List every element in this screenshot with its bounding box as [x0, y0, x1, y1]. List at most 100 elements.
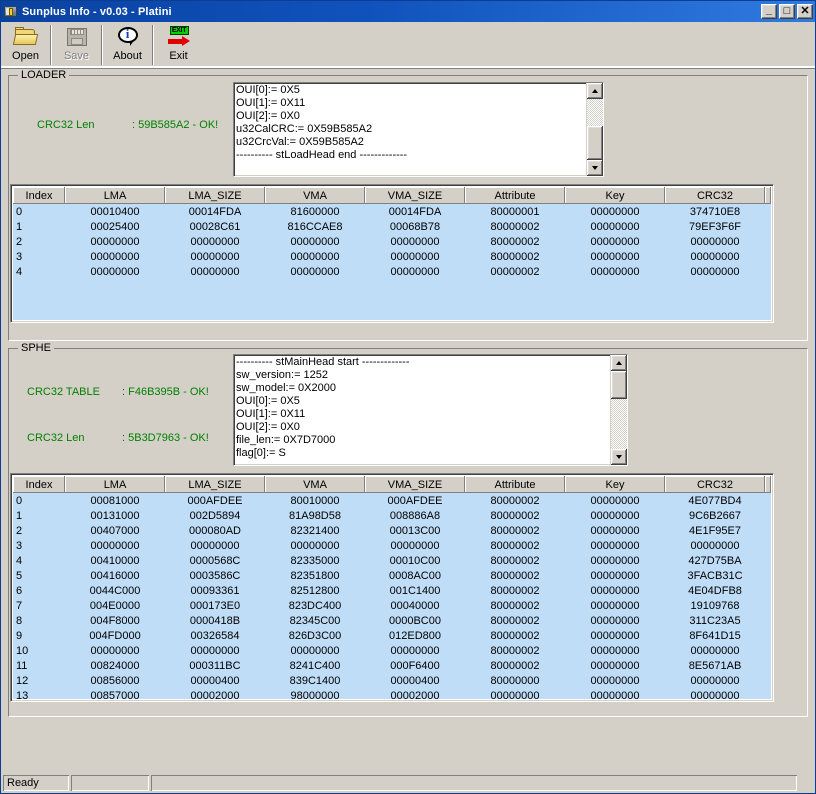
- table-row[interactable]: 13 00857000 00002000 98000000 00002000 000000…: [13, 688, 771, 699]
- sphe-col-vma-size[interactable]: VMA_SIZE: [365, 476, 465, 493]
- loader-table[interactable]: Index LMA LMA_SIZE VMA VMA_SIZE Attribut…: [10, 184, 774, 323]
- loader-col-key[interactable]: Key: [565, 187, 665, 204]
- toolbar-button-about[interactable]: i About: [105, 22, 150, 68]
- table-cell: 80010000: [265, 493, 365, 508]
- table-cell: 3: [13, 249, 65, 264]
- table-cell: 0003586C: [165, 568, 265, 583]
- loader-col-vma[interactable]: VMA: [265, 187, 365, 204]
- sphe-table[interactable]: Index LMA LMA_SIZE VMA VMA_SIZE Attribut…: [10, 473, 774, 702]
- sphe-col-key[interactable]: Key: [565, 476, 665, 493]
- loader-table-grid: Index LMA LMA_SIZE VMA VMA_SIZE Attribut…: [13, 187, 771, 279]
- sphe-col-attribute[interactable]: Attribute: [465, 476, 565, 493]
- table-row[interactable]: 0 00010400 00014FDA 81600000 00014FDA 8000000…: [13, 204, 771, 219]
- table-row[interactable]: 5 00416000 0003586C 82351800 0008AC00 8000000…: [13, 568, 771, 583]
- table-cell: 81600000: [265, 204, 365, 219]
- sphe-scroll-up-button[interactable]: [611, 355, 627, 371]
- sphe-scroll-track[interactable]: [611, 371, 627, 449]
- loader-scroll-track[interactable]: [587, 99, 603, 160]
- table-cell: 00857000: [65, 688, 165, 699]
- table-cell: 00000000: [465, 688, 565, 699]
- table-row[interactable]: 1 00131000 002D5894 81A98D58 008886A8 8000000…: [13, 508, 771, 523]
- sphe-col-lma[interactable]: LMA: [65, 476, 165, 493]
- minimize-button[interactable]: _: [761, 4, 777, 19]
- toolbar-button-open[interactable]: Open: [3, 22, 48, 68]
- sphe-status-block: CRC32 TABLE : F46B395B - OK! CRC32 Len :…: [27, 361, 209, 470]
- maximize-button[interactable]: □: [779, 4, 795, 19]
- table-cell: 00000000: [665, 688, 765, 699]
- sphe-col-vma[interactable]: VMA: [265, 476, 365, 493]
- loader-log-textbox[interactable]: OUI[0]:= 0X5 OUI[1]:= 0X11 OUI[2]:= 0X0 …: [233, 82, 604, 177]
- table-cell: 374710E8: [665, 204, 765, 219]
- table-cell: 00000002: [465, 264, 565, 279]
- loader-col-lma[interactable]: LMA: [65, 187, 165, 204]
- table-row[interactable]: 2 00407000 000080AD 82321400 00013C00 8000000…: [13, 523, 771, 538]
- loader-col-vma-size[interactable]: VMA_SIZE: [365, 187, 465, 204]
- table-cell: 004F8000: [65, 613, 165, 628]
- table-cell: 82321400: [265, 523, 365, 538]
- table-cell: 00000000: [565, 688, 665, 699]
- resize-grip[interactable]: [799, 775, 813, 791]
- table-cell-filler: [765, 628, 771, 643]
- sphe-log-scrollbar[interactable]: [610, 355, 627, 465]
- sphe-col-crc32[interactable]: CRC32: [665, 476, 765, 493]
- table-cell: 00000000: [565, 613, 665, 628]
- loader-col-crc32[interactable]: CRC32: [665, 187, 765, 204]
- table-row[interactable]: 8 004F8000 0000418B 82345C00 0000BC00 8000000…: [13, 613, 771, 628]
- table-cell: 4E04DFB8: [665, 583, 765, 598]
- table-cell: 5: [13, 568, 65, 583]
- sphe-col-filler[interactable]: [765, 476, 771, 493]
- table-cell-filler: [765, 658, 771, 673]
- table-cell: 80000002: [465, 613, 565, 628]
- table-row[interactable]: 11 00824000 000311BC 8241C400 000F6400 800000…: [13, 658, 771, 673]
- loader-scroll-down-button[interactable]: [587, 160, 603, 176]
- loader-col-attribute[interactable]: Attribute: [465, 187, 565, 204]
- loader-log-scrollbar[interactable]: [586, 83, 603, 176]
- table-row[interactable]: 3 00000000 00000000 00000000 00000000 8000000…: [13, 249, 771, 264]
- table-cell: 2: [13, 234, 65, 249]
- table-row[interactable]: 4 00410000 0000568C 82335000 00010C00 8000000…: [13, 553, 771, 568]
- table-row[interactable]: 12 00856000 00000400 839C1400 00000400 800000…: [13, 673, 771, 688]
- table-cell: 00014FDA: [365, 204, 465, 219]
- table-cell-filler: [765, 219, 771, 234]
- table-cell: 80000002: [465, 234, 565, 249]
- table-cell: 00000000: [265, 538, 365, 553]
- table-cell: 79EF3F6F: [665, 219, 765, 234]
- loader-status-row: CRC32 Len : 59B585A2 - OK!: [37, 118, 218, 133]
- table-row[interactable]: 4 00000000 00000000 00000000 00000000 0000000…: [13, 264, 771, 279]
- table-cell: 8241C400: [265, 658, 365, 673]
- table-row[interactable]: 10 00000000 00000000 00000000 00000000 800000…: [13, 643, 771, 658]
- loader-col-lma-size[interactable]: LMA_SIZE: [165, 187, 265, 204]
- table-cell: 826D3C00: [265, 628, 365, 643]
- sphe-log-textbox[interactable]: ---------- stMainHead start ------------…: [233, 354, 628, 466]
- status-pane-3: [151, 775, 797, 791]
- sphe-col-index[interactable]: Index: [13, 476, 65, 493]
- table-row[interactable]: 2 00000000 00000000 00000000 00000000 8000000…: [13, 234, 771, 249]
- table-cell: 00000400: [365, 673, 465, 688]
- sphe-scroll-thumb[interactable]: [611, 371, 627, 399]
- table-row[interactable]: 3 00000000 00000000 00000000 00000000 8000000…: [13, 538, 771, 553]
- loader-scroll-thumb[interactable]: [587, 126, 603, 160]
- table-row[interactable]: 9 004FD000 00326584 826D3C00 012ED800 8000000…: [13, 628, 771, 643]
- loader-scroll-up-button[interactable]: [587, 83, 603, 99]
- table-cell: 004E0000: [65, 598, 165, 613]
- loader-col-index[interactable]: Index: [13, 187, 65, 204]
- sphe-scroll-down-button[interactable]: [611, 449, 627, 465]
- table-cell: 10: [13, 643, 65, 658]
- loader-col-filler[interactable]: [765, 187, 771, 204]
- table-row[interactable]: 1 00025400 00028C61 816CCAE8 00068B78 8000000…: [13, 219, 771, 234]
- table-row[interactable]: 6 0044C000 00093361 82512800 001C1400 8000000…: [13, 583, 771, 598]
- table-cell: 0: [13, 493, 65, 508]
- table-cell: 00000000: [65, 234, 165, 249]
- sphe-col-lma-size[interactable]: LMA_SIZE: [165, 476, 265, 493]
- table-cell: 4E077BD4: [665, 493, 765, 508]
- table-cell: 1: [13, 508, 65, 523]
- toolbar-button-exit[interactable]: EXIT Exit: [156, 22, 201, 68]
- table-cell: 00000000: [565, 249, 665, 264]
- table-cell: 00068B78: [365, 219, 465, 234]
- toolbar-button-save[interactable]: Save: [54, 22, 99, 68]
- table-cell-filler: [765, 553, 771, 568]
- table-cell: 8E5671AB: [665, 658, 765, 673]
- table-row[interactable]: 0 00081000 000AFDEE 80010000 000AFDEE 8000000…: [13, 493, 771, 508]
- table-row[interactable]: 7 004E0000 000173E0 823DC400 00040000 8000000…: [13, 598, 771, 613]
- close-button[interactable]: ✕: [797, 4, 813, 19]
